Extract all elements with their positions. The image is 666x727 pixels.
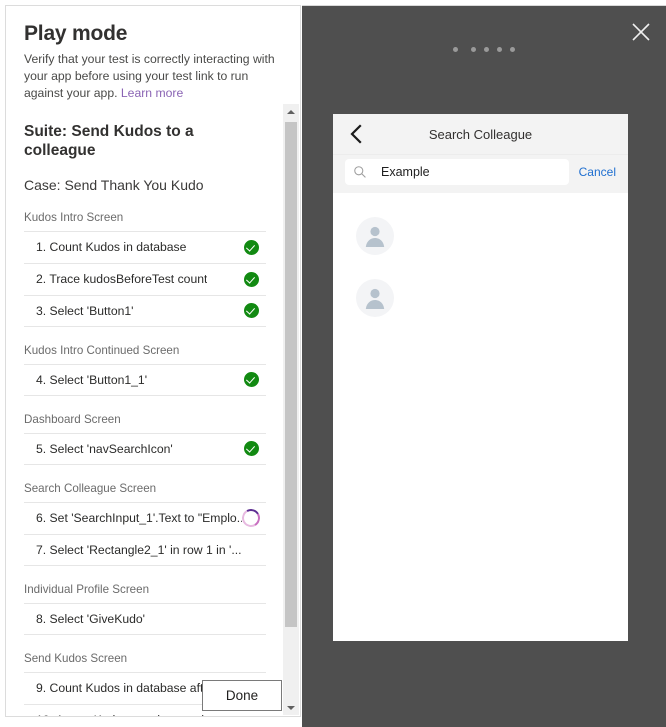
- search-cancel-link[interactable]: Cancel: [579, 165, 616, 179]
- test-step-row[interactable]: 6. Set 'SearchInput_1'.Text to "Emplo...: [24, 501, 266, 534]
- avatar: [356, 217, 394, 255]
- test-step-label: 4. Select 'Button1_1': [36, 372, 148, 387]
- check-circle-icon: [243, 441, 259, 457]
- app-screen-title: Search Colleague: [428, 126, 533, 142]
- close-button[interactable]: [627, 18, 655, 46]
- chevron-up-icon: [287, 109, 295, 114]
- test-step-label: 1. Count Kudos in database: [36, 240, 187, 255]
- test-step-status: [242, 270, 260, 288]
- suite-title: Suite: Send Kudos to a colleague: [24, 123, 194, 159]
- test-step-status: [242, 711, 260, 716]
- app-search-bar: Cancel: [333, 155, 628, 193]
- play-mode-left-panel: Play mode Verify that your test is corre…: [5, 5, 301, 717]
- list-item[interactable]: [333, 205, 628, 267]
- play-mode-dialog: Play mode Verify that your test is corre…: [0, 0, 666, 727]
- test-steps-scroll-region[interactable]: Suite: Send Kudos to a colleague Case: S…: [6, 98, 284, 716]
- test-step-row[interactable]: 7. Select 'Rectangle2_1' in row 1 in '..…: [24, 533, 266, 566]
- check-circle-icon: [243, 239, 259, 255]
- test-step-row[interactable]: 4. Select 'Button1_1': [24, 363, 266, 396]
- screen-group: Search Colleague Screen 6. Set 'SearchIn…: [24, 482, 266, 566]
- app-canvas: Search Colleague Cancel: [333, 114, 628, 641]
- test-step-status: [242, 302, 260, 320]
- screen-label: Send Kudos Screen: [24, 651, 128, 665]
- screen-group: Individual Profile Screen 8. Select 'Giv…: [24, 583, 266, 635]
- test-step-status: [242, 440, 260, 458]
- search-icon: [354, 166, 366, 178]
- test-step-status: [239, 507, 263, 530]
- scrollbar-thumb[interactable]: [285, 122, 297, 627]
- person-avatar-icon: [365, 226, 385, 247]
- search-field-wrapper[interactable]: [345, 159, 569, 185]
- screen-label: Kudos Intro Continued Screen: [24, 343, 180, 357]
- check-circle-icon: [243, 303, 259, 319]
- loading-dot: [471, 46, 476, 52]
- page-title: Play mode: [24, 22, 128, 45]
- test-step-label: 10. Assert Kudo record created: [36, 713, 204, 716]
- panel-header: Play mode Verify that your test is corre…: [6, 6, 300, 102]
- loading-dot: [497, 46, 502, 52]
- app-titlebar: Search Colleague: [333, 114, 628, 155]
- panel-description: Verify that your test is correctly inter…: [24, 51, 286, 102]
- test-step-row[interactable]: 2. Trace kudosBeforeTest count: [24, 262, 266, 295]
- loading-dot: [453, 46, 458, 52]
- test-step-status: [242, 371, 260, 389]
- screen-group: Dashboard Screen 5. Select 'navSearchIco…: [24, 413, 266, 465]
- loading-dot: [510, 46, 515, 52]
- check-circle-icon: [243, 271, 259, 287]
- done-button[interactable]: Done: [202, 680, 282, 711]
- test-step-label: 8. Select 'GiveKudo': [36, 611, 145, 626]
- test-step-label: 2. Trace kudosBeforeTest count: [36, 272, 208, 287]
- close-icon: [632, 23, 650, 41]
- test-step-status: [242, 610, 260, 628]
- loading-dot: [484, 46, 489, 52]
- list-item[interactable]: [333, 267, 628, 329]
- test-step-label: 3. Select 'Button1': [36, 303, 134, 318]
- back-chevron-icon[interactable]: [347, 124, 367, 144]
- avatar: [356, 279, 394, 317]
- test-step-label: 7. Select 'Rectangle2_1' in row 1 in '..…: [36, 542, 242, 557]
- test-step-row[interactable]: 8. Select 'GiveKudo': [24, 602, 266, 635]
- test-step-row[interactable]: 3. Select 'Button1': [24, 294, 266, 327]
- test-step-row[interactable]: 1. Count Kudos in database: [24, 230, 266, 263]
- test-step-label: 6. Set 'SearchInput_1'.Text to "Emplo...: [36, 511, 242, 526]
- loading-dots-indicator: [302, 45, 666, 53]
- screen-label: Kudos Intro Screen: [24, 210, 124, 224]
- screen-label: Individual Profile Screen: [24, 582, 150, 596]
- test-steps-content: Suite: Send Kudos to a colleague Case: S…: [6, 98, 284, 716]
- scrollbar-up-button[interactable]: [283, 104, 299, 119]
- case-title: Case: Send Thank You Kudo: [24, 177, 204, 194]
- scrollbar-down-button[interactable]: [283, 700, 299, 715]
- screen-group: Kudos Intro Continued Screen 4. Select '…: [24, 344, 266, 396]
- screen-group: Kudos Intro Screen 1. Count Kudos in dat…: [24, 211, 266, 327]
- search-results-list: [333, 193, 628, 329]
- search-input[interactable]: [381, 165, 551, 179]
- chevron-down-icon: [287, 705, 295, 710]
- test-step-row[interactable]: 5. Select 'navSearchIcon': [24, 432, 266, 465]
- check-circle-icon: [243, 372, 259, 388]
- test-step-status: [242, 238, 260, 256]
- test-step-status: [242, 541, 260, 559]
- test-step-label: 5. Select 'navSearchIcon': [36, 441, 173, 456]
- loading-spinner-icon: [239, 507, 263, 530]
- screen-label: Search Colleague Screen: [24, 481, 157, 495]
- app-preview-panel: Search Colleague Cancel: [302, 5, 666, 727]
- person-avatar-icon: [365, 288, 385, 309]
- steps-scrollbar[interactable]: [283, 104, 299, 715]
- screen-label: Dashboard Screen: [24, 412, 121, 426]
